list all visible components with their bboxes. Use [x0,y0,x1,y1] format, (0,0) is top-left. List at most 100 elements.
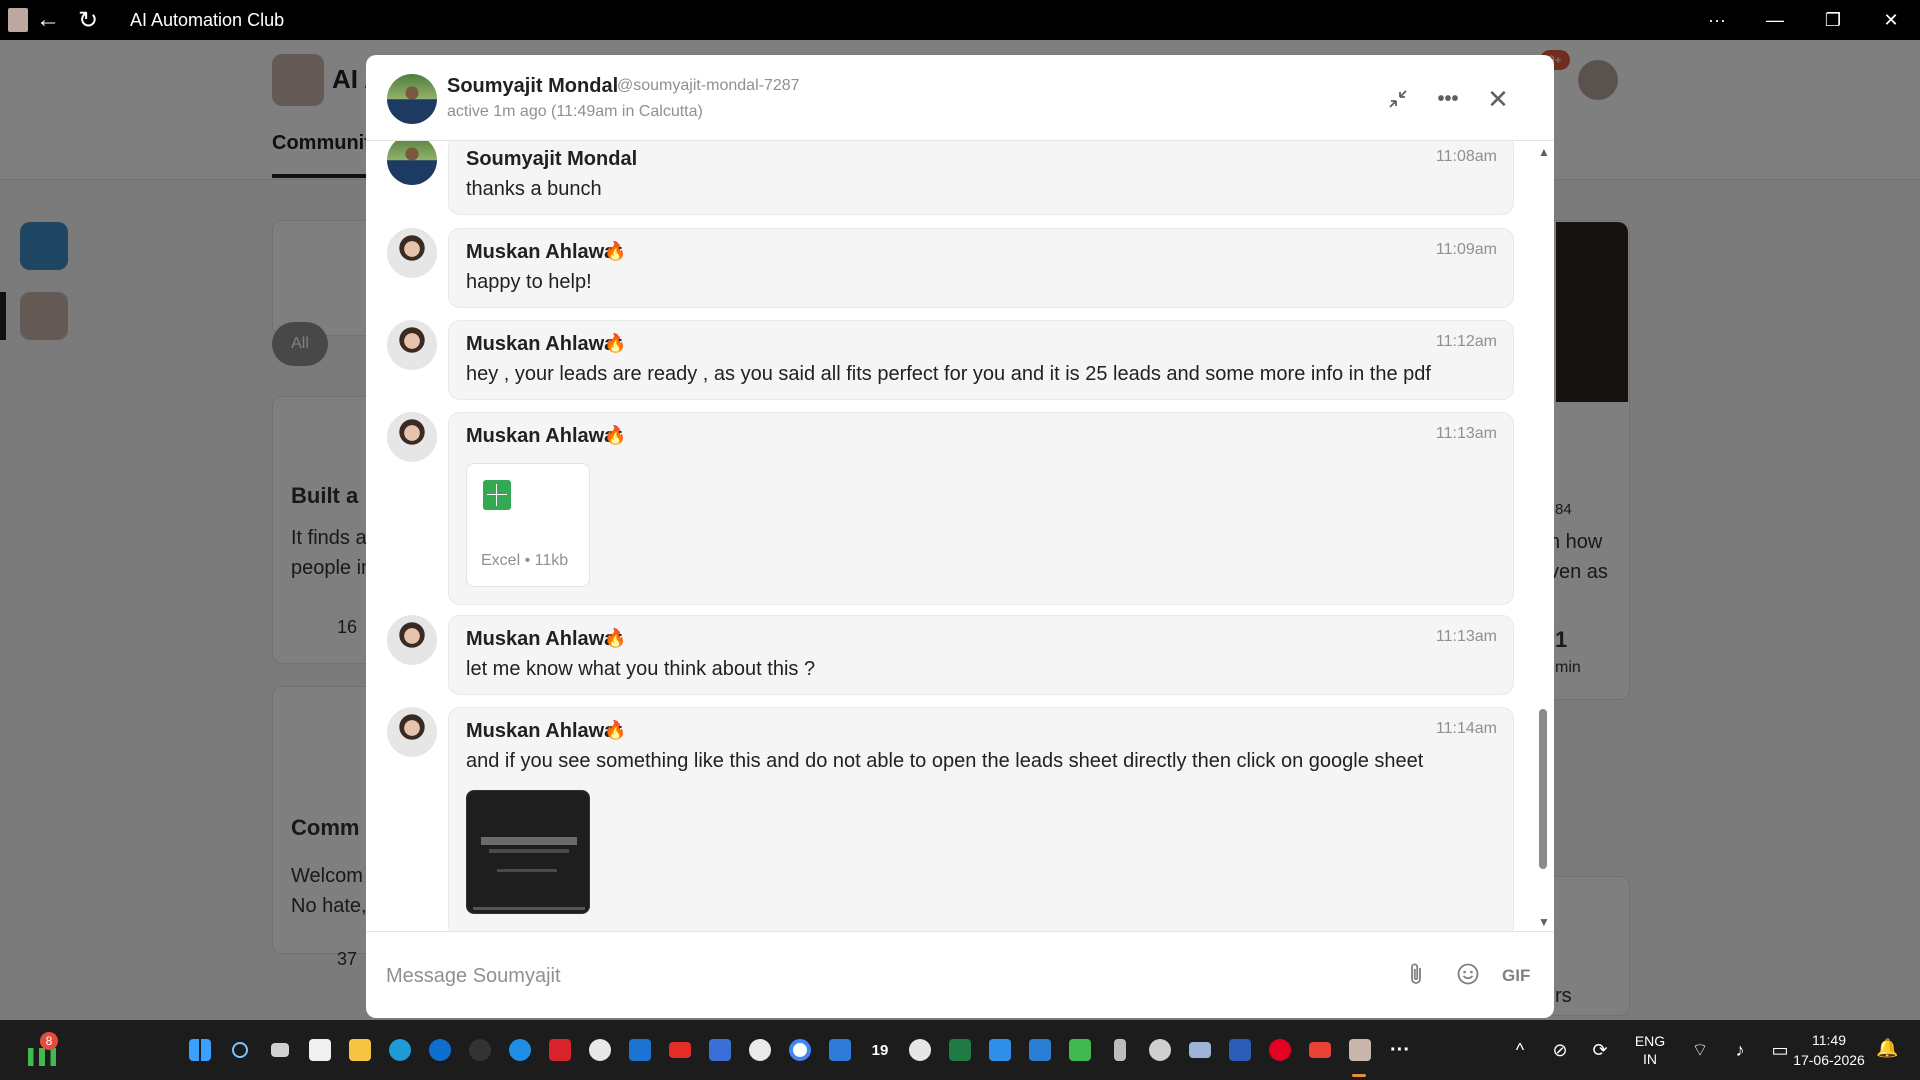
language-indicator[interactable]: ENG IN [1620,1032,1680,1068]
file-explorer-button[interactable] [340,1034,380,1066]
sender-name[interactable]: Muskan Ahlawat [466,333,622,356]
fire-icon: 🔥 [604,720,627,740]
skool-app-button[interactable] [1340,1034,1380,1066]
message-time: 11:14am [1435,720,1497,737]
file-attachment[interactable]: Excel • 11kb [466,463,590,587]
outlook-button[interactable] [620,1034,660,1066]
widgets-button[interactable]: 8 [26,1032,60,1068]
network-off-icon[interactable]: ⊘ [1540,1040,1580,1061]
scroll-thumb[interactable] [1539,709,1547,869]
message-list[interactable]: Soumyajit Mondal 11:08am thanks a bunch … [366,141,1554,931]
recipient-handle: @soumyajit-mondal-7287 [617,77,800,94]
scroll-down-arrow-icon[interactable]: ▼ [1538,915,1550,929]
chat-modal: Soumyajit Mondal @soumyajit-mondal-7287 … [366,55,1554,1018]
app-button[interactable] [460,1034,500,1066]
message-scrollbar[interactable]: ▲ ▼ [1536,145,1550,929]
more-horizontal-icon: ••• [1437,87,1459,110]
show-hidden-icons-button[interactable]: ^ [1500,1040,1540,1061]
title-bar: ← ↻ AI Automation Club ··· — ❐ ✕ [0,0,1920,40]
region-code: IN [1643,1051,1657,1067]
sender-avatar[interactable] [387,615,437,665]
hp-button[interactable] [420,1034,460,1066]
sender-avatar[interactable] [387,412,437,462]
windows-logo-icon [189,1039,211,1061]
reload-button[interactable]: ↻ [68,0,108,40]
sender-avatar[interactable] [387,141,437,185]
notification-center-button[interactable]: 🔔 [1876,1038,1898,1059]
back-button[interactable]: ← [28,0,68,40]
gmail-button[interactable] [1300,1034,1340,1066]
task-view-button[interactable] [260,1034,300,1066]
clock-app-button[interactable] [900,1034,940,1066]
chrome-button[interactable] [780,1034,820,1066]
hp-icon [429,1039,451,1061]
message-text: hey , your leads are ready , as you said… [466,363,1431,385]
close-chat-button[interactable]: ✕ [1482,83,1514,115]
gif-button[interactable]: GIF [1502,966,1530,986]
image-attachment[interactable] [466,790,590,914]
close-window-button[interactable]: ✕ [1862,0,1920,40]
stats-button[interactable] [1060,1034,1100,1066]
settings-button[interactable] [1140,1034,1180,1066]
paperclip-icon [1411,963,1421,984]
message-composer: GIF [366,931,1554,1018]
more-apps-button[interactable]: ··· [1380,1034,1420,1066]
message-input[interactable] [386,956,1386,996]
restore-button[interactable]: ❐ [1804,0,1862,40]
sender-name[interactable]: Muskan Ahlawat [466,241,622,264]
chat-options-button[interactable]: ••• [1432,83,1464,115]
wifi-icon[interactable]: ⌔ [1680,1039,1720,1062]
store-icon [309,1039,331,1061]
word-button[interactable] [1220,1034,1260,1066]
recipient-avatar[interactable] [387,74,437,124]
security-button[interactable] [540,1034,580,1066]
message-time: 11:09am [1435,241,1497,258]
youtube-button[interactable] [660,1034,700,1066]
clock[interactable]: 11:49 17-06-2026 [1784,1030,1874,1070]
edge-button[interactable] [380,1034,420,1066]
taskbar: 8 19 ··· ^ ⊘ ⟳ ENG IN ⌔ ♪ ▭ 11:49 17-06-… [0,1020,1920,1080]
task-view-icon [271,1043,289,1057]
sender-avatar[interactable] [387,228,437,278]
media-button[interactable] [1020,1034,1060,1066]
calendar-date-button[interactable]: 19 [860,1034,900,1066]
minimize-button[interactable]: — [1746,0,1804,40]
sender-name[interactable]: Muskan Ahlawat [466,628,622,651]
usb-button[interactable] [1100,1034,1140,1066]
search-button[interactable] [220,1034,260,1066]
help-button[interactable] [500,1034,540,1066]
store-button[interactable] [300,1034,340,1066]
calendar-button[interactable] [820,1034,860,1066]
chatgpt-button[interactable] [740,1034,780,1066]
system-tray: ^ ⊘ ⟳ ENG IN ⌔ ♪ ▭ [1500,1020,1800,1080]
more-options-button[interactable]: ··· [1688,0,1746,40]
active-app-indicator [1352,1074,1366,1077]
sender-avatar[interactable] [387,320,437,370]
edge-icon [389,1039,411,1061]
sender-name[interactable]: Soumyajit Mondal [466,148,637,171]
attach-file-button[interactable] [1406,962,1426,992]
recipient-name[interactable]: Soumyajit Mondal [447,75,618,98]
sender-name[interactable]: Muskan Ahlawat [466,720,622,743]
sender-avatar[interactable] [387,707,437,757]
minimize-chat-button[interactable] [1382,83,1414,115]
pinterest-button[interactable] [1260,1034,1300,1066]
attachment-caption: Excel • 11kb [481,552,569,569]
scroll-up-arrow-icon[interactable]: ▲ [1538,145,1550,159]
excel-button[interactable] [940,1034,980,1066]
sync-icon[interactable]: ⟳ [1580,1040,1620,1061]
smiley-icon [1457,963,1479,985]
sender-name[interactable]: Muskan Ahlawat [466,425,622,448]
clock-icon [909,1039,931,1061]
camera-button[interactable] [1180,1034,1220,1066]
volume-icon[interactable]: ♪ [1720,1040,1760,1061]
window-title: AI Automation Club [130,9,285,30]
app-button[interactable] [700,1034,740,1066]
shield-icon [549,1039,571,1061]
photos-button[interactable] [980,1034,1020,1066]
app-icon [469,1039,491,1061]
widget-badge: 8 [40,1032,58,1050]
start-button[interactable] [180,1034,220,1066]
whatsapp-button[interactable] [580,1034,620,1066]
emoji-button[interactable] [1456,962,1480,992]
